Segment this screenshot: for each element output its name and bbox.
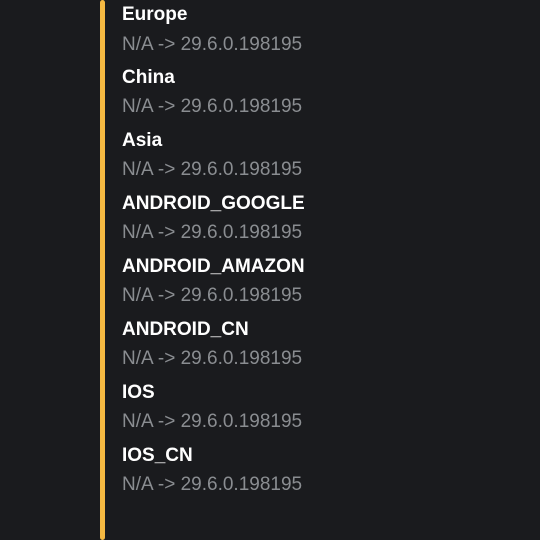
entry-version: N/A -> 29.6.0.198195	[122, 92, 540, 121]
list-item: ANDROID_GOOGLE N/A -> 29.6.0.198195	[122, 190, 540, 248]
version-list: Europe N/A -> 29.6.0.198195 China N/A ->…	[100, 0, 540, 505]
list-item: Asia N/A -> 29.6.0.198195	[122, 127, 540, 185]
entry-name: ANDROID_AMAZON	[122, 253, 540, 282]
entry-name: IOS_CN	[122, 442, 540, 471]
entry-name: Europe	[122, 1, 540, 30]
list-item: Europe N/A -> 29.6.0.198195	[122, 1, 540, 59]
entry-version: N/A -> 29.6.0.198195	[122, 218, 540, 247]
entry-version: N/A -> 29.6.0.198195	[122, 407, 540, 436]
list-item: IOS_CN N/A -> 29.6.0.198195	[122, 442, 540, 500]
entry-name: IOS	[122, 379, 540, 408]
entry-name: China	[122, 64, 540, 93]
list-item: China N/A -> 29.6.0.198195	[122, 64, 540, 122]
entry-name: Asia	[122, 127, 540, 156]
list-item: ANDROID_AMAZON N/A -> 29.6.0.198195	[122, 253, 540, 311]
entry-name: ANDROID_CN	[122, 316, 540, 345]
entry-version: N/A -> 29.6.0.198195	[122, 470, 540, 499]
list-item: ANDROID_CN N/A -> 29.6.0.198195	[122, 316, 540, 374]
entry-version: N/A -> 29.6.0.198195	[122, 281, 540, 310]
entry-version: N/A -> 29.6.0.198195	[122, 344, 540, 373]
list-item: IOS N/A -> 29.6.0.198195	[122, 379, 540, 437]
entry-version: N/A -> 29.6.0.198195	[122, 30, 540, 59]
entry-name: ANDROID_GOOGLE	[122, 190, 540, 219]
entry-version: N/A -> 29.6.0.198195	[122, 155, 540, 184]
